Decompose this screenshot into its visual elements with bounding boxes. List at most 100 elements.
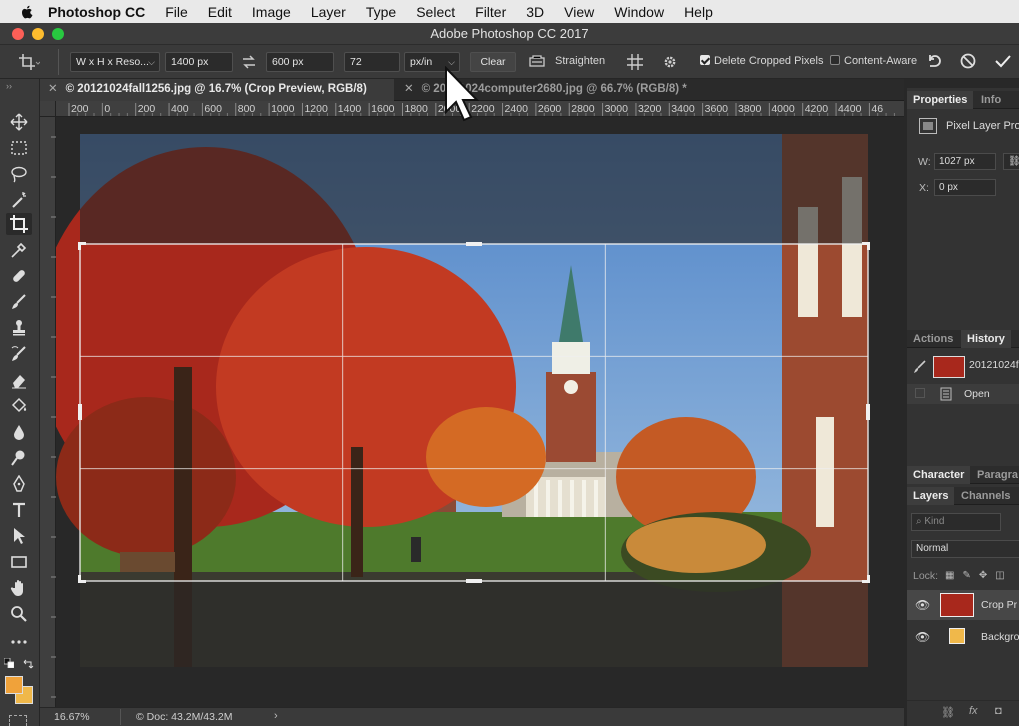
menu-image[interactable]: Image <box>252 4 291 20</box>
minimize-window-button[interactable] <box>32 28 44 40</box>
tab-channels[interactable]: Channels <box>955 487 1017 505</box>
blend-mode-select[interactable]: Normal <box>911 540 1019 558</box>
tab-properties[interactable]: Properties <box>907 91 974 109</box>
crop-width-input[interactable]: 1400 px <box>165 52 233 72</box>
history-state-checkbox[interactable] <box>915 388 925 398</box>
crop-tool-preset-icon[interactable] <box>18 53 40 71</box>
crop-ratio-value: W x H x Reso... <box>76 56 149 68</box>
delete-cropped-label: Delete Cropped Pixels <box>714 55 824 67</box>
pen-tool-icon[interactable] <box>6 473 32 495</box>
menu-3d[interactable]: 3D <box>526 4 544 20</box>
crop-tool-icon[interactable] <box>6 213 32 235</box>
layer-row[interactable]: 👁 Backgro <box>907 622 1019 652</box>
swap-dimensions-icon[interactable] <box>241 55 257 69</box>
zoom-level[interactable]: 16.67% <box>54 711 90 723</box>
type-tool-icon[interactable] <box>6 499 32 521</box>
brush-tool-icon[interactable] <box>6 291 32 313</box>
eye-visibility-icon[interactable]: 👁 <box>915 630 930 644</box>
layer-mask-icon[interactable]: ◘ <box>995 705 1002 717</box>
crop-height-input[interactable]: 600 px <box>266 52 334 72</box>
history-snapshot[interactable]: 20121024f <box>907 354 1019 380</box>
photo-crop-preview[interactable] <box>56 117 904 707</box>
tab-history[interactable]: History <box>961 330 1011 348</box>
menu-type[interactable]: Type <box>366 4 396 20</box>
paint-bucket-tool-icon[interactable] <box>6 395 32 417</box>
tab-actions[interactable]: Actions <box>907 330 959 348</box>
path-selection-tool-icon[interactable] <box>6 525 32 547</box>
history-state[interactable]: Open <box>907 384 1019 404</box>
properties-tabs: Properties Info <box>907 91 1019 109</box>
delete-cropped-pixels-option[interactable]: Delete Cropped Pixels <box>700 55 823 67</box>
straighten-label[interactable]: Straighten <box>555 55 605 67</box>
eye-visibility-icon[interactable]: 👁 <box>915 598 930 612</box>
chevron-right-icon[interactable]: › <box>274 710 278 722</box>
vertical-ruler[interactable] <box>40 117 56 707</box>
tab-layers[interactable]: Layers <box>907 487 955 505</box>
commit-check-icon[interactable] <box>994 52 1012 70</box>
gear-icon[interactable] <box>661 53 679 71</box>
menu-file[interactable]: File <box>165 4 188 20</box>
move-tool-icon[interactable] <box>6 111 32 133</box>
link-icon[interactable]: ⛓ <box>1003 153 1019 170</box>
clone-stamp-tool-icon[interactable] <box>6 317 32 339</box>
magic-wand-tool-icon[interactable] <box>6 189 32 211</box>
menu-layer[interactable]: Layer <box>311 4 346 20</box>
menu-view[interactable]: View <box>564 4 594 20</box>
link-layers-icon[interactable]: ⛓ <box>941 706 955 719</box>
history-brush-source-icon[interactable] <box>913 360 927 374</box>
healing-brush-tool-icon[interactable] <box>6 265 32 287</box>
close-window-button[interactable] <box>12 28 24 40</box>
dodge-tool-icon[interactable] <box>6 447 32 469</box>
document-canvas[interactable] <box>56 117 904 707</box>
tab-character[interactable]: Character <box>907 466 971 484</box>
marquee-tool-icon[interactable] <box>6 137 32 159</box>
crop-ratio-select[interactable]: W x H x Reso... ⌵ <box>70 52 160 72</box>
close-tab-icon[interactable]: ✕ <box>48 83 58 95</box>
cancel-icon[interactable] <box>959 52 977 70</box>
ruler-label: 1400 <box>338 103 362 115</box>
eraser-tool-icon[interactable] <box>6 369 32 391</box>
hand-tool-icon[interactable] <box>6 577 32 599</box>
rectangle-tool-icon[interactable] <box>6 551 32 573</box>
content-aware-option[interactable]: Content-Aware <box>830 55 917 67</box>
eyedropper-tool-icon[interactable] <box>6 239 32 261</box>
ruler-origin[interactable] <box>40 101 56 117</box>
reset-icon[interactable] <box>926 52 944 70</box>
more-tools-icon[interactable] <box>6 631 32 653</box>
swap-colors-icon[interactable] <box>22 658 34 673</box>
menu-app[interactable]: Photoshop CC <box>48 4 145 20</box>
layer-x-input[interactable]: 0 px <box>934 179 996 196</box>
panel-collapse-icon[interactable]: ›› <box>6 81 12 91</box>
layer-row[interactable]: 👁 Crop Pr <box>907 590 1019 620</box>
delete-cropped-checkbox[interactable] <box>700 55 710 65</box>
quick-mask-icon[interactable] <box>9 715 27 726</box>
layer-kind-filter[interactable]: ⌕ Kind <box>911 513 1001 531</box>
foreground-color-swatch[interactable] <box>5 676 23 694</box>
default-colors-icon[interactable] <box>3 657 15 669</box>
menu-select[interactable]: Select <box>416 4 455 20</box>
layer-style-icon[interactable]: fx <box>969 705 978 717</box>
lasso-tool-icon[interactable] <box>6 163 32 185</box>
content-aware-checkbox[interactable] <box>830 55 840 65</box>
zoom-window-button[interactable] <box>52 28 64 40</box>
ruler-label: 1800 <box>405 103 429 115</box>
tab-info[interactable]: Info <box>975 91 1007 109</box>
lock-options-icon[interactable]: ▦✎✥◫ <box>945 570 1013 581</box>
blur-tool-icon[interactable] <box>6 421 32 443</box>
zoom-tool-icon[interactable] <box>6 603 32 625</box>
menu-filter[interactable]: Filter <box>475 4 506 20</box>
menu-window[interactable]: Window <box>614 4 664 20</box>
tab-paragraph[interactable]: Paragra <box>971 466 1019 484</box>
layer-width-input[interactable]: 1027 px <box>934 153 996 170</box>
menu-edit[interactable]: Edit <box>208 4 232 20</box>
tab-document-1[interactable]: ✕ © 20121024fall1256.jpg @ 16.7% (Crop Pr… <box>40 79 394 101</box>
close-tab-icon[interactable]: ✕ <box>404 83 414 95</box>
menu-help[interactable]: Help <box>684 4 713 20</box>
horizontal-ruler[interactable]: 2000200400600800100012001400160018002000… <box>56 101 904 117</box>
history-brush-tool-icon[interactable] <box>6 343 32 365</box>
straighten-icon[interactable] <box>528 53 546 69</box>
apple-icon[interactable] <box>18 3 36 21</box>
crop-resolution-input[interactable]: 72 <box>344 52 400 72</box>
overlay-grid-icon[interactable] <box>626 53 644 71</box>
document-size[interactable]: © Doc: 43.2M/43.2M <box>136 711 232 723</box>
